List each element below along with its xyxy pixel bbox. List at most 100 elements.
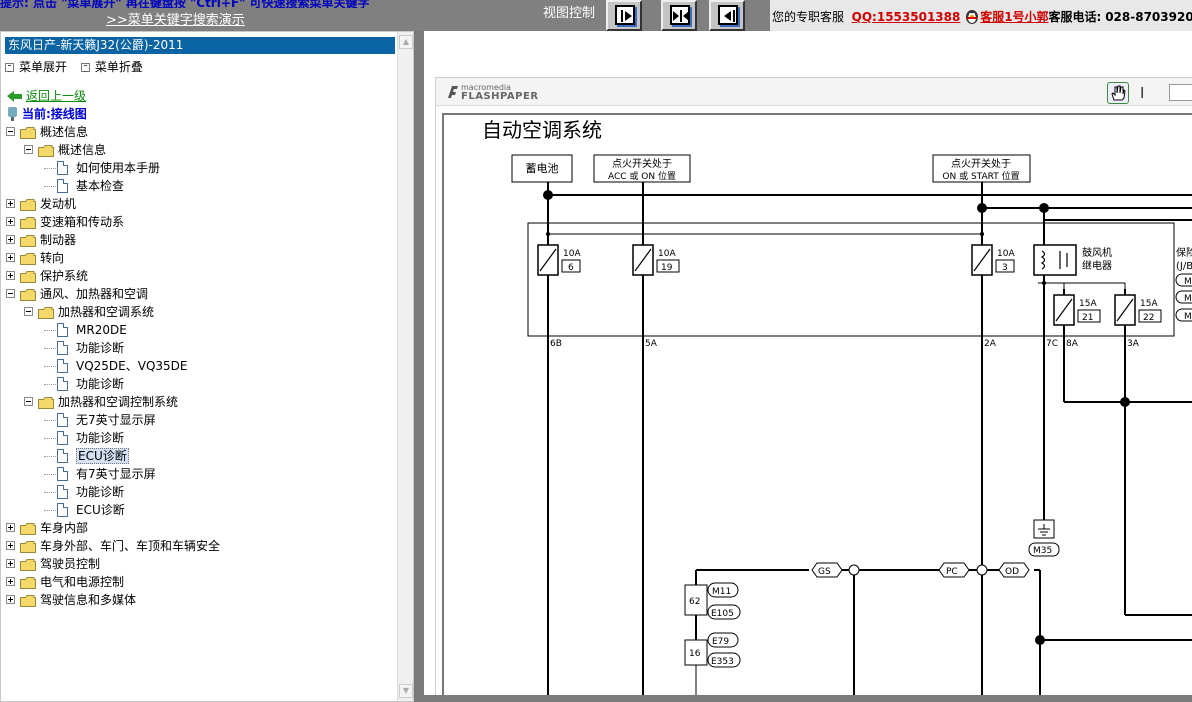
document-icon — [57, 341, 68, 355]
tree-item[interactable]: ECU诊断 — [1, 501, 396, 519]
expand-left-button[interactable] — [709, 0, 745, 31]
tree-folder[interactable]: 转向 — [1, 249, 396, 267]
back-link[interactable]: 返回上一级 — [26, 87, 86, 105]
expand-toggle-icon[interactable] — [6, 595, 15, 604]
folder-icon — [20, 252, 36, 265]
tree-folder-label: 车身外部、车门、车顶和车辆安全 — [40, 539, 221, 553]
panel-divider[interactable] — [414, 31, 424, 702]
tree-folder-label: 驾驶员控制 — [40, 557, 101, 571]
folder-icon — [38, 396, 54, 409]
folder-icon — [20, 558, 36, 571]
menu-expand-button[interactable]: 菜单展开 — [5, 60, 67, 74]
tree-connector — [44, 186, 56, 187]
collapse-toggle-icon[interactable] — [24, 145, 33, 154]
expand-toggle-icon[interactable] — [6, 523, 15, 532]
location-icon — [8, 107, 17, 121]
page-field[interactable] — [1169, 84, 1192, 101]
tree-folder[interactable]: 保护系统 — [1, 267, 396, 285]
document-panel: macromedia FLASHPAPER I 蓄电池 点火开关处于 ACC 或… — [424, 31, 1192, 702]
tel-number: 028-8703920 — [1105, 10, 1192, 24]
collapse-toggle-icon[interactable] — [6, 127, 15, 136]
side-label-line2: (J/B — [1176, 261, 1192, 272]
text-select-tool-icon[interactable]: I — [1140, 84, 1144, 102]
tree-item[interactable]: ECU诊断 — [1, 447, 396, 465]
customer-service-bar: 您的专职客服 QQ:1553501388 客服1号小郭客服电话: 028-870… — [770, 0, 1192, 31]
ign1-line1: 点火开关处于 — [612, 157, 672, 170]
search-demo-link[interactable]: >>菜单关键字搜索演示 — [106, 9, 245, 28]
expand-toggle-icon[interactable] — [6, 199, 15, 208]
qq-link[interactable]: QQ:1553501388 — [852, 10, 961, 24]
collapse-icon — [80, 63, 90, 72]
tree-folder[interactable]: 发动机 — [1, 195, 396, 213]
split-arrows-icon — [670, 5, 690, 25]
tree-item[interactable]: 功能诊断 — [1, 339, 396, 357]
split-view-button[interactable] — [661, 0, 697, 31]
tree-folder-label: 驾驶信息和多媒体 — [40, 593, 137, 607]
tree-item[interactable]: 无7英寸显示屏 — [1, 411, 396, 429]
expand-right-button[interactable] — [606, 0, 642, 31]
tree-item[interactable]: 功能诊断 — [1, 375, 396, 393]
tree-folder[interactable]: 变速箱和传动系 — [1, 213, 396, 231]
bus-gs: GS — [818, 567, 831, 577]
folder-icon — [20, 198, 36, 211]
folder-icon — [20, 540, 36, 553]
tree-item[interactable]: VQ25DE、VQ35DE — [1, 357, 396, 375]
connector-e353: E353 — [711, 657, 734, 667]
tree-folder-label: 概述信息 — [58, 143, 107, 157]
tree-item-label: 有7英寸显示屏 — [76, 467, 156, 481]
tree-folder[interactable]: 车身外部、车门、车顶和车辆安全 — [1, 537, 396, 555]
tree-folder[interactable]: 加热器和空调系统 — [1, 303, 396, 321]
tree-item-label: VQ25DE、VQ35DE — [76, 359, 188, 373]
tree-items: 概述信息 概述信息 如何使用本手册 基本检查 发动机 变速箱和传动系 制动器 转向 保护系统 通风… — [1, 123, 396, 609]
scroll-up-arrow-icon[interactable]: ▲ — [399, 35, 413, 49]
collapse-toggle-icon[interactable] — [6, 289, 15, 298]
current-page-label: 当前:接线图 — [22, 107, 87, 121]
tree-folder[interactable]: 驾驶员控制 — [1, 555, 396, 573]
expand-toggle-icon[interactable] — [6, 235, 15, 244]
tel-label: 客服电话: — [1048, 10, 1102, 24]
cs-name-link[interactable]: 客服1号小郭 — [980, 10, 1048, 24]
document-icon — [57, 161, 68, 175]
connector-62: 62 — [689, 597, 700, 607]
fuse4-amp: 15A — [1079, 299, 1097, 309]
collapse-toggle-icon[interactable] — [24, 397, 33, 406]
expand-toggle-icon[interactable] — [6, 541, 15, 550]
tree-folder[interactable]: 通风、加热器和空调 — [1, 285, 396, 303]
pin-2a: 2A — [984, 339, 997, 349]
tree-folder[interactable]: 概述信息 — [1, 141, 396, 159]
flashpaper-logo-icon — [448, 86, 458, 98]
tree-folder[interactable]: 制动器 — [1, 231, 396, 249]
fuse3-amp: 10A — [997, 249, 1015, 259]
tree-folder[interactable]: 车身内部 — [1, 519, 396, 537]
navigation-tree: 返回上一级 当前:接线图 概述信息 概述信息 如何使用本手册 基本检查 发动机 变速箱和传… — [1, 87, 396, 609]
tree-item[interactable]: 功能诊断 — [1, 429, 396, 447]
tree-folder[interactable]: 概述信息 — [1, 123, 396, 141]
document-icon — [57, 413, 68, 427]
tree-item[interactable]: MR20DE — [1, 321, 396, 339]
expand-toggle-icon[interactable] — [6, 577, 15, 586]
expand-toggle-icon[interactable] — [6, 217, 15, 226]
folder-icon — [20, 234, 36, 247]
menu-collapse-button[interactable]: 菜单折叠 — [80, 60, 143, 74]
tree-scrollbar[interactable]: ▲ ▼ — [397, 32, 413, 701]
hand-tool-button[interactable] — [1107, 82, 1129, 104]
tree-item[interactable]: 有7英寸显示屏 — [1, 465, 396, 483]
tree-item[interactable]: 功能诊断 — [1, 483, 396, 501]
tree-connector — [44, 168, 56, 169]
collapse-toggle-icon[interactable] — [24, 307, 33, 316]
tree-folder[interactable]: 电气和电源控制 — [1, 573, 396, 591]
fuse2-number: 19 — [661, 263, 673, 273]
document-icon — [57, 323, 68, 337]
tree-folder[interactable]: 加热器和空调控制系统 — [1, 393, 396, 411]
connector-m11: M11 — [712, 587, 731, 597]
expand-toggle-icon[interactable] — [6, 559, 15, 568]
side-conn-b: M — [1184, 294, 1192, 304]
scroll-down-arrow-icon[interactable]: ▼ — [399, 684, 413, 698]
tree-item[interactable]: 如何使用本手册 — [1, 159, 396, 177]
back-row[interactable]: 返回上一级 — [1, 87, 396, 105]
tree-item[interactable]: 基本检查 — [1, 177, 396, 195]
expand-toggle-icon[interactable] — [6, 271, 15, 280]
expand-toggle-icon[interactable] — [6, 253, 15, 262]
tree-folder[interactable]: 驾驶信息和多媒体 — [1, 591, 396, 609]
viewer-toolbar: macromedia FLASHPAPER I — [436, 78, 1192, 106]
